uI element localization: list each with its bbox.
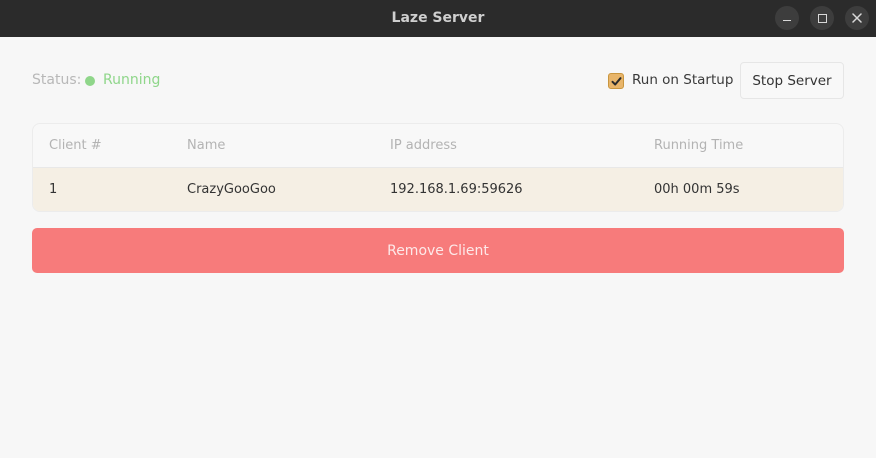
cell-running-time: 00h 00m 59s [654, 182, 740, 197]
window-title: Laze Server [391, 10, 485, 26]
title-bar: Laze Server [0, 0, 876, 37]
check-icon [611, 76, 621, 85]
maximize-button[interactable] [810, 6, 834, 30]
column-header-ip-address[interactable]: IP address [390, 138, 457, 153]
table-row[interactable]: 1 CrazyGooGoo 192.168.1.69:59626 00h 00m… [33, 168, 843, 211]
status-dot-icon [85, 76, 95, 86]
run-on-startup-checkbox[interactable] [608, 73, 624, 89]
status-value: Running [103, 72, 161, 88]
minimize-icon [783, 19, 791, 22]
column-header-name[interactable]: Name [187, 138, 225, 153]
close-icon [852, 13, 862, 23]
close-button[interactable] [845, 6, 869, 30]
column-header-client-number[interactable]: Client # [49, 138, 102, 153]
cell-name: CrazyGooGoo [187, 182, 276, 197]
status-label: Status: [32, 72, 82, 88]
cell-ip-address: 192.168.1.69:59626 [390, 182, 523, 197]
clients-table: Client # Name IP address Running Time 1 … [32, 123, 844, 212]
table-header: Client # Name IP address Running Time [33, 124, 843, 168]
remove-client-button[interactable]: Remove Client [32, 228, 844, 273]
cell-client-number: 1 [49, 182, 58, 197]
column-header-running-time[interactable]: Running Time [654, 138, 743, 153]
run-on-startup-label[interactable]: Run on Startup [632, 72, 733, 88]
app-window: Laze Server Status: Running Run on Start… [0, 0, 876, 458]
stop-server-button[interactable]: Stop Server [740, 62, 844, 99]
minimize-button[interactable] [775, 6, 799, 30]
maximize-icon [817, 13, 827, 23]
